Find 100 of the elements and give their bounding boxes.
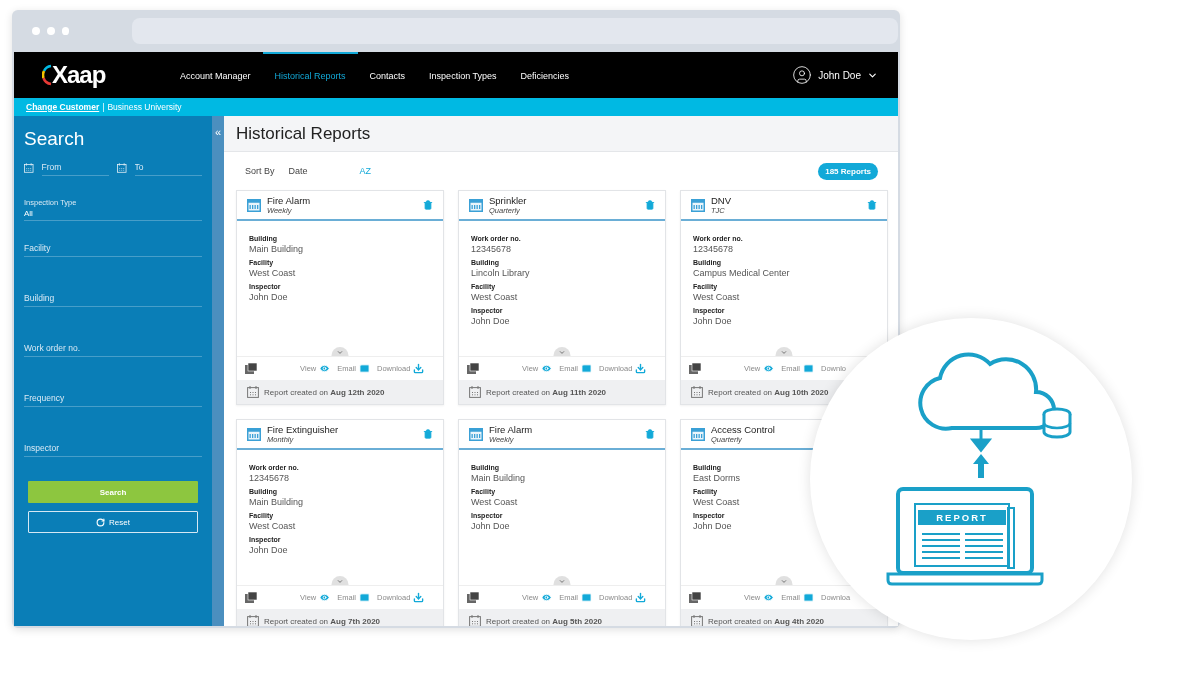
input-field[interactable]: Facility [24, 241, 202, 257]
field-value: John Doe [249, 292, 289, 302]
input-field[interactable]: Building [24, 291, 202, 307]
collapse-toggle[interactable]: « [214, 126, 222, 140]
report-label: REPORT [918, 510, 1006, 525]
nav-link[interactable]: Deficiencies [508, 52, 582, 98]
logo-arc-icon [42, 64, 52, 86]
search-button[interactable]: Search [28, 481, 198, 503]
expand-button[interactable] [553, 347, 571, 356]
trash-icon[interactable] [645, 429, 655, 439]
chevron-down-icon [336, 578, 344, 585]
document-stack-icon[interactable] [245, 592, 257, 603]
report-title: Access Control [711, 424, 776, 435]
window-dot [32, 27, 40, 35]
document-stack-icon[interactable] [467, 363, 479, 374]
chevron-down-icon [780, 349, 788, 356]
field-value: John Doe [471, 521, 511, 531]
field-value: Main Building [471, 473, 527, 483]
field-value: West Coast [693, 497, 741, 507]
refresh-icon [96, 517, 106, 527]
calendar-icon [247, 386, 259, 398]
date-field[interactable]: From [41, 160, 109, 176]
report-title: Fire Alarm [267, 195, 312, 206]
created-date-text: Report created on Aug 11th 2020 [486, 387, 607, 397]
nav-link[interactable]: Inspection Types [417, 52, 509, 98]
field-value: 12345678 [693, 244, 735, 254]
sort-option[interactable]: AZ [359, 166, 372, 176]
eye-icon [319, 363, 331, 374]
eye-icon [763, 592, 775, 603]
nav-link[interactable]: Contacts [357, 52, 418, 98]
report-title: Sprinkler [489, 195, 528, 206]
field-value: John Doe [693, 521, 733, 531]
eye-icon [541, 363, 553, 374]
expand-button[interactable] [331, 347, 349, 356]
document-stack-icon[interactable] [467, 592, 479, 603]
field-value: Campus Medical Center [693, 268, 791, 278]
document-stack-icon[interactable] [689, 592, 701, 603]
report-title: DNV [711, 195, 733, 206]
report-count-badge: 185 Reports [818, 162, 878, 180]
grid-icon [247, 198, 261, 212]
field-value: 12345678 [471, 244, 513, 254]
created-date-text: Report created on Aug 4th 2020 [708, 616, 825, 626]
mail-icon [581, 592, 592, 603]
mail-icon [359, 592, 370, 603]
field-value: West Coast [471, 497, 519, 507]
trash-icon[interactable] [867, 200, 877, 210]
field-value: John Doe [249, 545, 289, 555]
date-field[interactable]: To [134, 160, 202, 176]
grid-icon [469, 198, 483, 212]
chevron-down-icon [336, 349, 344, 356]
field-value: Main Building [249, 497, 305, 507]
nav-link[interactable]: Account Manager [168, 52, 263, 98]
trash-icon[interactable] [423, 429, 433, 439]
created-date-text: Report created on Aug 5th 2020 [486, 616, 603, 626]
user-menu[interactable]: John Doe [792, 52, 878, 98]
sort-option[interactable]: Date [288, 166, 308, 176]
mail-icon [359, 363, 370, 374]
trash-icon[interactable] [645, 200, 655, 210]
eye-icon [541, 592, 553, 603]
created-date-text: Report created on Aug 12th 2020 [264, 387, 385, 397]
grid-icon [469, 427, 483, 441]
calendar-icon [117, 162, 127, 174]
expand-button[interactable] [775, 347, 793, 356]
field-value: John Doe [471, 316, 511, 326]
field-value: 12345678 [249, 473, 291, 483]
change-customer-link[interactable]: Change Customer [26, 102, 100, 112]
window-dot [46, 27, 55, 35]
reset-button[interactable]: Reset [28, 511, 198, 533]
grid-icon [247, 427, 261, 441]
logo[interactable]: Xaap [52, 61, 106, 89]
select-value: All [24, 209, 34, 218]
expand-button[interactable] [331, 576, 349, 585]
input-field[interactable]: Inspector [24, 441, 202, 457]
calendar-icon [24, 162, 34, 174]
field-value: John Doe [693, 316, 733, 326]
calendar-icon [469, 386, 481, 398]
report-title: Fire Extinguisher [267, 424, 340, 435]
download-icon [413, 592, 425, 603]
calendar-icon [247, 615, 259, 626]
page-title: Historical Reports [236, 123, 371, 144]
calendar-icon [691, 615, 703, 626]
document-stack-icon[interactable] [689, 363, 701, 374]
field-value: West Coast [249, 521, 297, 531]
download-icon [413, 363, 425, 374]
calendar-icon [691, 386, 703, 398]
download-icon [635, 363, 647, 374]
document-stack-icon[interactable] [245, 363, 257, 374]
expand-button[interactable] [553, 576, 571, 585]
eye-icon [319, 592, 331, 603]
download-icon [635, 592, 647, 603]
trash-icon[interactable] [423, 200, 433, 210]
input-field[interactable]: Work order no. [24, 341, 202, 357]
customer-name: Business University [107, 102, 182, 112]
sort-label: Sort By [245, 166, 275, 176]
created-date-text: Report created on Aug 7th 2020 [264, 616, 381, 626]
user-avatar-icon [792, 65, 813, 85]
separator: | [102, 102, 105, 112]
input-field[interactable]: Frequency [24, 391, 202, 407]
mail-icon [803, 592, 814, 603]
expand-button[interactable] [775, 576, 793, 585]
